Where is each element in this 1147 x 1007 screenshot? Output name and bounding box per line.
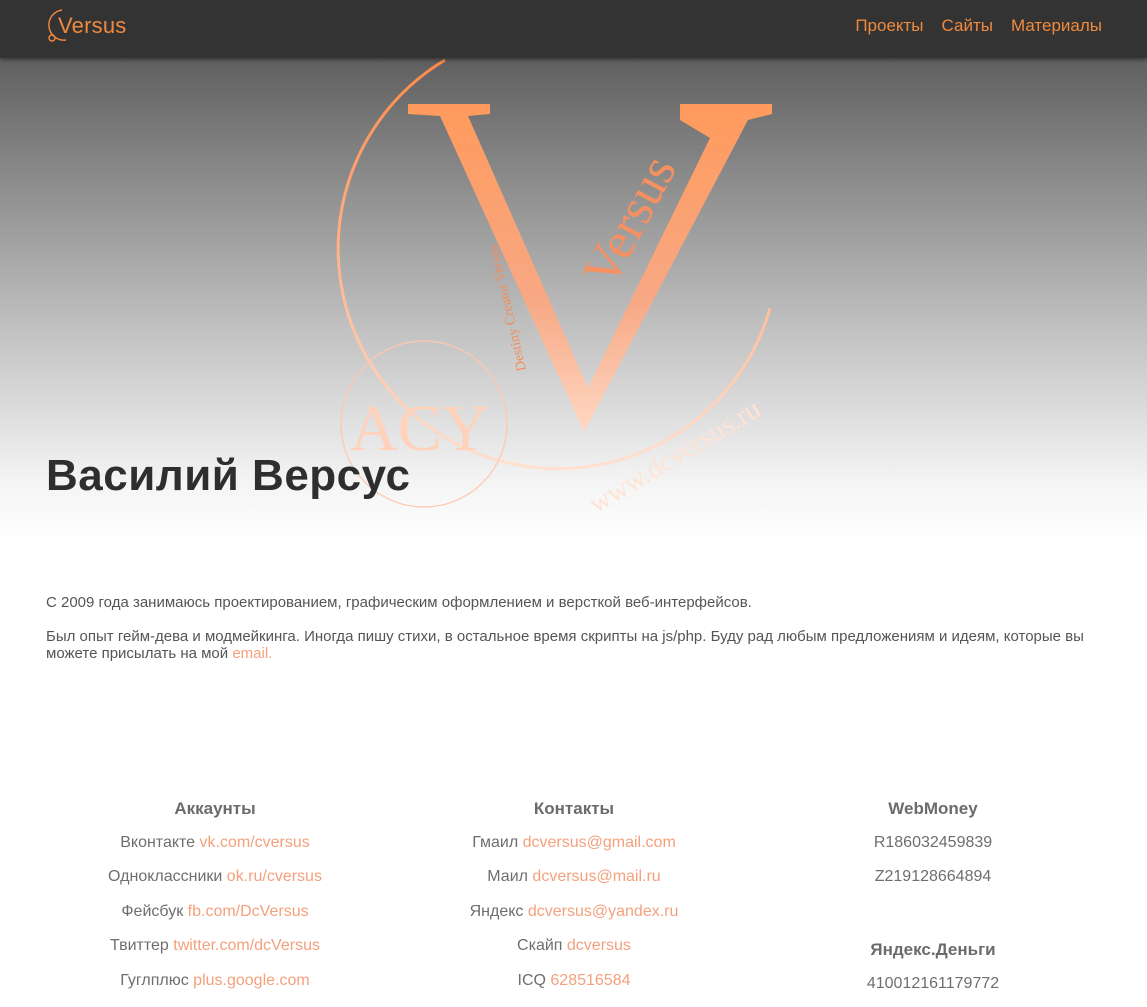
contact-link-yandex[interactable]: dcversus@yandex.ru xyxy=(528,903,679,920)
page-title: Василий Версус xyxy=(46,451,411,500)
webmoney-wallet-z: Z219128664894 xyxy=(874,868,992,886)
main-nav: Проекты Сайты Материалы xyxy=(855,16,1102,36)
hero-banner: Versus Destiny Creator Versus ACY www.dc… xyxy=(0,58,1147,540)
account-label: Гуглплюс xyxy=(120,971,189,989)
email-link[interactable]: email. xyxy=(232,645,272,662)
contact-label: Скайп xyxy=(517,937,563,955)
account-link-googleplus[interactable]: plus.google.com xyxy=(193,972,310,989)
yandex-money-wallet: 410012161179772 xyxy=(866,974,1000,992)
contact-link-gmail[interactable]: dcversus@gmail.com xyxy=(523,834,676,851)
account-link-vk[interactable]: vk.com/cversus xyxy=(200,834,310,851)
account-link-twitter[interactable]: twitter.com/dcVersus xyxy=(173,937,320,954)
account-row-googleplus: Гуглплюс plus.google.com xyxy=(35,970,395,992)
account-label: Твиттер xyxy=(110,937,169,955)
yandex-money-title: Яндекс.Деньги xyxy=(870,939,996,959)
about-text-1: С 2009 года занимаюсь проектированием, г… xyxy=(46,594,752,611)
contact-link-skype[interactable]: dcversus xyxy=(567,937,631,954)
contact-label: Яндекс xyxy=(469,902,524,920)
contact-link-mail[interactable]: dcversus@mail.ru xyxy=(532,868,660,885)
account-row-facebook: Фейсбук fb.com/DcVersus xyxy=(35,901,395,923)
webmoney-title: WebMoney xyxy=(888,799,978,818)
about-section: С 2009 года занимаюсь проектированием, г… xyxy=(46,594,1106,679)
account-label: Фейсбук xyxy=(121,902,184,920)
nav-link-projects[interactable]: Проекты xyxy=(855,16,923,36)
account-link-ok[interactable]: ok.ru/cversus xyxy=(227,868,322,885)
contacts-column: Контакты Гмаил dcversus@gmail.com Маил d… xyxy=(394,798,754,1004)
brand-text: Versus xyxy=(58,13,127,38)
nav-link-materials[interactable]: Материалы xyxy=(1011,16,1102,36)
account-label: Одноклассники xyxy=(108,868,223,886)
about-text-2-body: Был опыт гейм-дева и модмейкинга. Иногда… xyxy=(46,628,1084,662)
account-row-ok: Одноклассники ok.ru/cversus xyxy=(35,866,395,888)
nav-link-sites[interactable]: Сайты xyxy=(942,16,993,36)
about-text-2: Был опыт гейм-дева и модмейкинга. Иногда… xyxy=(46,628,1106,662)
contact-row-skype: Скайп dcversus xyxy=(394,935,754,957)
contact-row-yandex: Яндекс dcversus@yandex.ru xyxy=(394,901,754,923)
account-link-facebook[interactable]: fb.com/DcVersus xyxy=(188,903,309,920)
contact-row-icq: ICQ 628516584 xyxy=(394,970,754,992)
brand-logo[interactable]: Versus xyxy=(46,6,126,46)
wallets-column: WebMoney R186032459839 Z219128664894 Янд… xyxy=(753,798,1113,1007)
contact-row-gmail: Гмаил dcversus@gmail.com xyxy=(394,832,754,854)
top-navbar: Versus Проекты Сайты Материалы xyxy=(0,0,1147,58)
logo-text-website: www.dcversus.ru xyxy=(584,393,766,520)
contact-link-icq[interactable]: 628516584 xyxy=(550,972,630,989)
account-label: Вконтакте xyxy=(120,834,196,851)
accounts-title: Аккаунты xyxy=(174,799,256,818)
accounts-column: Аккаунты Вконтакте vk.com/cversus Однокл… xyxy=(35,798,395,1004)
webmoney-wallet-r: R186032459839 xyxy=(873,834,993,851)
contact-label: ICQ xyxy=(517,971,546,989)
contact-label: Гмаил xyxy=(472,834,519,851)
contact-row-mail: Маил dcversus@mail.ru xyxy=(394,866,754,888)
contacts-title: Контакты xyxy=(533,799,615,818)
account-row-vk: Вконтакте vk.com/cversus xyxy=(35,832,395,854)
contact-label: Маил xyxy=(487,868,528,886)
account-row-twitter: Твиттер twitter.com/dcVersus xyxy=(35,935,395,957)
